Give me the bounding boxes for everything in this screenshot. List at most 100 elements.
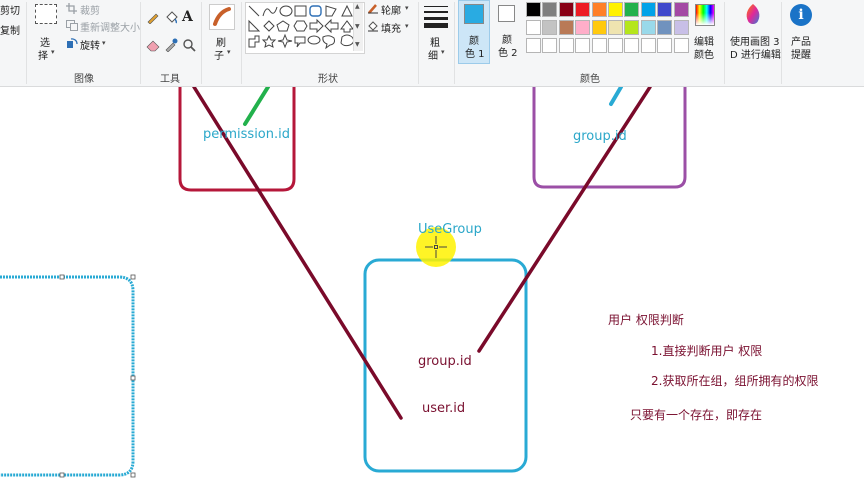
size-button[interactable]: 粗 细 ▾: [421, 2, 451, 64]
separator: [140, 2, 141, 84]
palette-swatch[interactable]: [673, 38, 689, 53]
palette-swatch[interactable]: [608, 2, 623, 17]
scroll-down-icon[interactable]: ▼: [355, 23, 360, 30]
select-rectangle-icon: [35, 4, 57, 24]
fill-bucket-icon[interactable]: [164, 10, 178, 24]
color2-button[interactable]: 颜 色 2: [492, 0, 524, 64]
size-label-2: 细: [428, 51, 438, 62]
palette-swatch[interactable]: [624, 20, 640, 35]
rotate-button[interactable]: 旋转 ▾: [66, 37, 126, 52]
color2-swatch: [498, 5, 515, 22]
palette-swatch[interactable]: [640, 2, 656, 17]
ribbon-toolbar: 剪切 复制 选 择 ▾ 裁剪 重新调整大小 旋转 ▾ 图像 A 工具 刷 子 ▾…: [0, 0, 864, 87]
note-item-1: 1.直接判断用户 权限: [651, 344, 763, 358]
palette-swatch[interactable]: [640, 20, 656, 35]
palette-swatch[interactable]: [657, 2, 673, 17]
palette-swatch[interactable]: [558, 2, 574, 17]
edit-colors-button[interactable]: 编辑 颜色: [692, 2, 720, 64]
usegroup-label: UseGroup: [418, 222, 482, 237]
line-width-icon: [424, 6, 448, 28]
product-alert-label-2: 提醒: [791, 50, 811, 61]
palette-swatch[interactable]: [542, 20, 558, 35]
palette-swatch[interactable]: [657, 38, 673, 53]
palette-swatch[interactable]: [591, 38, 607, 53]
scroll-up-icon[interactable]: ▲: [355, 3, 360, 10]
palette-swatch[interactable]: [624, 38, 640, 53]
color1-label-2: 色 1: [465, 49, 485, 60]
select-button[interactable]: 选 择 ▾: [30, 2, 62, 64]
paint3d-button[interactable]: 使用画图 3 D 进行编辑: [728, 2, 781, 64]
selection-handle[interactable]: [59, 274, 65, 280]
eraser-icon[interactable]: [146, 38, 160, 52]
palette-swatch[interactable]: [575, 20, 591, 35]
separator: [241, 2, 242, 84]
palette-swatch[interactable]: [608, 38, 623, 53]
palette-swatch[interactable]: [526, 2, 541, 17]
text-tool-icon[interactable]: A: [182, 9, 193, 25]
more-shapes-icon[interactable]: ▼: [355, 41, 360, 48]
copy-button[interactable]: 复制: [0, 22, 20, 37]
paint3d-icon: [746, 4, 760, 24]
palette-swatch[interactable]: [526, 20, 541, 35]
usergroup-group-id-label: group.id: [418, 354, 472, 369]
separator: [26, 2, 27, 84]
fill-label: 填充: [381, 24, 401, 35]
palette-swatch[interactable]: [526, 38, 541, 53]
palette-swatch[interactable]: [575, 38, 591, 53]
selection-handle[interactable]: [130, 375, 136, 381]
palette-swatch[interactable]: [608, 20, 623, 35]
separator: [724, 2, 725, 84]
magnifier-icon[interactable]: [182, 38, 196, 52]
info-icon: i: [790, 4, 812, 26]
drawing-canvas[interactable]: permission.id group.id UseGroup group.id…: [0, 87, 864, 486]
chevron-down-icon: ▾: [102, 39, 106, 47]
brush-icon: [209, 4, 235, 30]
product-alert-button[interactable]: i 产品 提醒: [786, 2, 816, 64]
colors-group-label: 颜色: [580, 74, 600, 85]
image-group-label: 图像: [74, 74, 94, 85]
palette-swatch[interactable]: [591, 2, 607, 17]
chevron-down-icon: ▾: [51, 48, 55, 56]
selection-handle[interactable]: [59, 472, 65, 478]
palette-swatch[interactable]: [624, 2, 640, 17]
note-item-2: 2.获取所在组，组所拥有的权限: [651, 374, 819, 388]
separator: [418, 2, 419, 84]
outline-button[interactable]: 轮廓 ▾: [367, 2, 417, 17]
brushes-button[interactable]: 刷 子 ▾: [205, 2, 239, 64]
shapes-gallery[interactable]: [245, 2, 365, 54]
color1-button[interactable]: 颜 色 1: [458, 0, 490, 64]
crop-button[interactable]: 裁剪: [66, 2, 136, 17]
palette-swatch[interactable]: [591, 20, 607, 35]
chevron-down-icon: ▾: [441, 48, 445, 56]
palette-swatch[interactable]: [542, 38, 558, 53]
chevron-down-icon: ▾: [405, 4, 409, 12]
cut-button[interactable]: 剪切: [0, 2, 20, 17]
chevron-down-icon: ▾: [405, 22, 409, 30]
brushes-label-2: 子: [214, 51, 224, 62]
selection-handle[interactable]: [130, 274, 136, 280]
palette-swatch[interactable]: [558, 38, 574, 53]
pencil-icon[interactable]: [146, 10, 160, 24]
fill-button[interactable]: 填充 ▾: [367, 20, 417, 35]
separator: [201, 2, 202, 84]
shapes-scrollbar[interactable]: ▲ ▼ ▼: [353, 3, 363, 51]
palette-swatch[interactable]: [542, 2, 558, 17]
palette-swatch[interactable]: [673, 2, 689, 17]
separator: [454, 2, 455, 84]
color2-label-2: 色 2: [498, 48, 518, 59]
note-title: 用户 权限判断: [608, 313, 684, 327]
paint3d-label-2: D 进行编辑: [730, 50, 781, 61]
resize-button[interactable]: 重新调整大小: [66, 19, 140, 34]
cyan-stroke: [609, 87, 623, 106]
rotate-label: 旋转: [80, 41, 100, 52]
select-label-2: 择: [38, 51, 48, 62]
crop-label: 裁剪: [80, 6, 100, 17]
color-picker-icon[interactable]: [164, 38, 178, 52]
palette-swatch[interactable]: [575, 2, 591, 17]
palette-swatch[interactable]: [657, 20, 673, 35]
chevron-down-icon: ▾: [227, 48, 231, 56]
palette-swatch[interactable]: [640, 38, 656, 53]
palette-swatch[interactable]: [558, 20, 574, 35]
palette-swatch[interactable]: [673, 20, 689, 35]
selection-handle[interactable]: [130, 472, 136, 478]
